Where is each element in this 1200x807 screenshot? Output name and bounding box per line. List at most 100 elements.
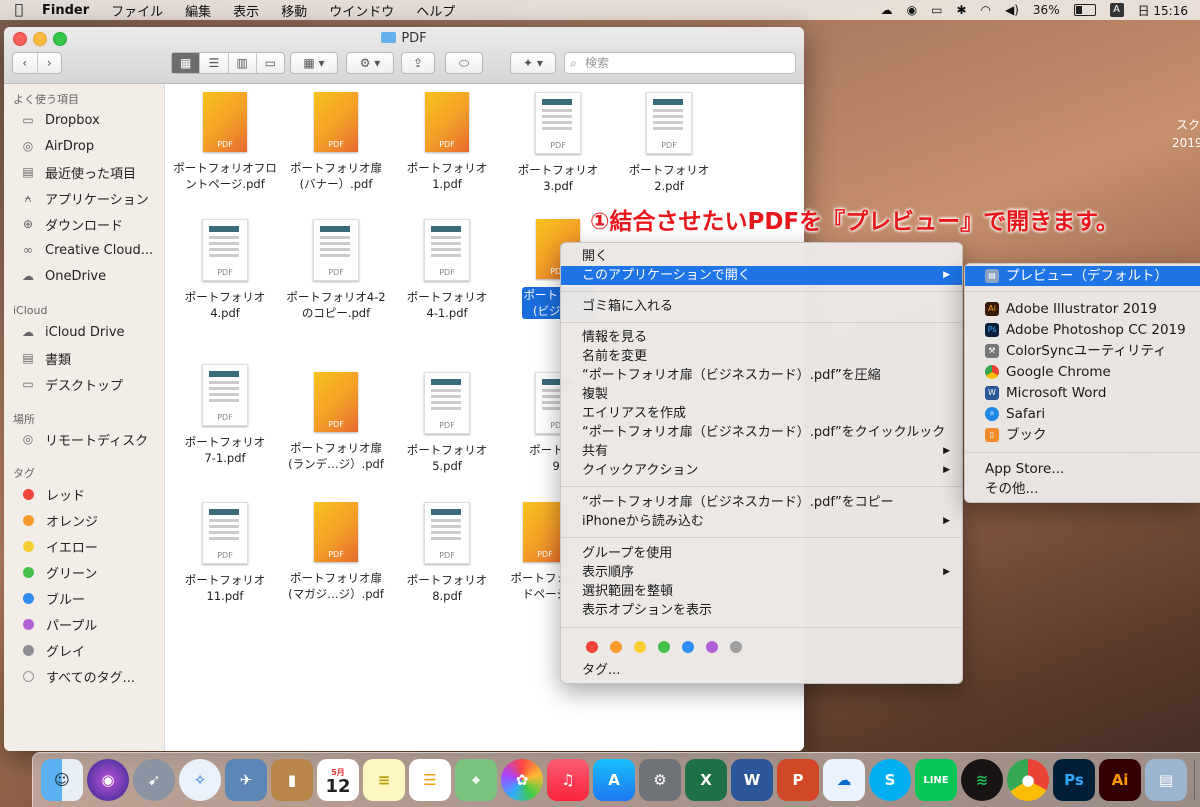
input-source[interactable]: A [1109,3,1124,17]
menu-clean-up[interactable]: 選択範囲を整頓 [561,582,962,601]
bluetooth-icon[interactable]: ✱ [956,3,966,17]
action-button[interactable]: ⚙ ▾ [346,52,394,74]
tag-green-dot[interactable] [658,641,670,653]
skype-icon[interactable]: S [869,759,911,801]
notes-icon[interactable]: ≡ [363,759,405,801]
tag-red-dot[interactable] [586,641,598,653]
submenu-chrome[interactable]: Google Chrome [965,362,1200,382]
sidebar-tag-purple[interactable]: パープル [20,612,97,636]
submenu-preview[interactable]: ▤ プレビュー（デフォルト） [965,266,1200,286]
volume-icon[interactable]: ◀) [1005,3,1019,17]
sidebar-item-dropbox[interactable]: ▭ Dropbox [20,108,99,132]
tag-gray-dot[interactable] [730,641,742,653]
sidebar-item-icloud-drive[interactable]: ☁ iCloud Drive [20,320,125,344]
group-button[interactable]: ▦ ▾ [290,52,338,74]
system-preferences-icon[interactable]: ⚙ [639,759,681,801]
excel-icon[interactable]: X [685,759,727,801]
onedrive-icon[interactable]: ☁ [823,759,865,801]
sidebar-tag-gray[interactable]: グレイ [20,638,85,662]
tag-purple-dot[interactable] [706,641,718,653]
powerpoint-icon[interactable]: P [777,759,819,801]
photos-icon[interactable]: ✿ [501,759,543,801]
gallery-view-button[interactable]: ▭ [257,53,284,73]
file-item[interactable]: PDF ポートフォリオフロ ントページ.pdf [165,92,285,192]
list-view-button[interactable]: ☰ [200,53,229,73]
photoshop-icon[interactable]: Ps [1053,759,1095,801]
sidebar-item-documents[interactable]: ▤ 書類 [20,346,71,370]
music-icon[interactable]: ♫ [547,759,589,801]
menu-open-with[interactable]: このアプリケーションで開く ▶ [561,266,962,285]
sidebar-item-downloads[interactable]: ⊕ ダウンロード [20,212,123,236]
file-item[interactable]: PDF ポートフォリオ扉 (ランデ…ジ）.pdf [276,372,396,472]
menu-rename[interactable]: 名前を変更 [561,347,962,366]
siri-icon[interactable]: ◉ [87,759,129,801]
menu-duplicate[interactable]: 複製 [561,385,962,404]
menu-make-alias[interactable]: エイリアスを作成 [561,404,962,423]
menu-app-name[interactable]: Finder [38,3,100,18]
file-item[interactable]: PDF ポートフォリオ扉 (マガジ…ジ）.pdf [276,502,396,602]
sidebar-item-onedrive[interactable]: ☁ OneDrive [20,264,106,288]
calendar-icon[interactable]: 5月 12 [317,759,359,801]
finder-icon[interactable]: ☺ [41,759,83,801]
tag-yellow-dot[interactable] [634,641,646,653]
menu-import-from-iphone[interactable]: iPhoneから読み込む ▶ [561,512,962,531]
menu-copy[interactable]: “ポートフォリオ扉（ビジネスカード）.pdf”をコピー [561,493,962,512]
submenu-safari[interactable]: ✧ Safari [965,404,1200,424]
menu-sort-by[interactable]: 表示順序 ▶ [561,563,962,582]
submenu-illustrator[interactable]: Ai Adobe Illustrator 2019 [965,299,1200,319]
word-icon[interactable]: W [731,759,773,801]
apple-icon[interactable]:  [0,2,38,18]
menu-quick-look[interactable]: “ポートフォリオ扉（ビジネスカード）.pdf”をクイックルック [561,423,962,442]
file-item[interactable]: PDF ポートフォリオ 7-1.pdf [165,364,285,466]
sidebar-item-desktop[interactable]: ▭ デスクトップ [20,372,123,396]
column-view-button[interactable]: ▥ [229,53,257,73]
file-item[interactable]: PDF ポートフォリオ 1.pdf [387,92,507,192]
tag-orange-dot[interactable] [610,641,622,653]
sidebar-all-tags[interactable]: すべてのタグ... [20,664,135,688]
menu-move-to-trash[interactable]: ゴミ箱に入れる [561,297,962,316]
maps-icon[interactable]: ⌖ [455,759,497,801]
chrome-icon[interactable]: ● [1007,759,1049,801]
sync-icon[interactable]: ◉ [907,3,917,17]
file-item[interactable]: PDF ポートフォリオ 4.pdf [165,219,285,321]
file-item[interactable]: PDF ポートフォリオ4-2 のコピー.pdf [276,219,396,321]
file-item[interactable]: PDF ポートフォリオ 11.pdf [165,502,285,604]
back-button[interactable]: ‹ [13,53,38,73]
battery-percent[interactable]: 36% [1033,3,1060,17]
sidebar-tag-yellow[interactable]: イエロー [20,534,98,558]
menu-view[interactable]: 表示 [222,1,270,20]
menu-share[interactable]: 共有 ▶ [561,442,962,461]
dropbox-button[interactable]: ✦ ▾ [510,52,556,74]
sidebar-tag-green[interactable]: グリーン [20,560,97,584]
submenu-word[interactable]: W Microsoft Word [965,383,1200,403]
file-item[interactable]: PDF ポートフォリオ 3.pdf [498,92,618,194]
launchpad-icon[interactable]: ➹ [133,759,175,801]
submenu-books[interactable]: ▯ ブック [965,425,1200,445]
line-icon[interactable]: LINE [915,759,957,801]
clock[interactable]: 日 15:16 [1138,2,1188,19]
share-button[interactable]: ⇪ [401,52,435,74]
app-store-icon[interactable]: A [593,759,635,801]
submenu-colorsync[interactable]: ⚒ ColorSyncユーティリティ [965,341,1200,361]
menu-go[interactable]: 移動 [270,1,318,20]
forward-button[interactable]: › [38,53,62,73]
mail-bird-icon[interactable]: ✈ [225,759,267,801]
menu-file[interactable]: ファイル [100,1,174,20]
file-item[interactable]: PDF ポートフォリオ 5.pdf [387,372,507,474]
airplay-icon[interactable]: ▭ [931,3,942,17]
sidebar-item-remote-disc[interactable]: ◎ リモートディスク [20,427,148,451]
sidebar-item-airdrop[interactable]: ◎ AirDrop [20,134,94,158]
sidebar-item-creative-cloud[interactable]: ∞ Creative Cloud... [20,238,153,262]
file-item[interactable]: PDF ポートフォリオ 2.pdf [609,92,729,194]
battery-icon[interactable] [1073,4,1096,16]
menu-open[interactable]: 開く [561,247,962,266]
tag-blue-dot[interactable] [682,641,694,653]
sidebar-tag-blue[interactable]: ブルー [20,586,85,610]
menu-view-options[interactable]: 表示オプションを表示 [561,601,962,620]
illustrator-icon[interactable]: Ai [1099,759,1141,801]
sidebar-item-recents[interactable]: ▤ 最近使った項目 [20,160,136,184]
preview-icon[interactable]: ▤ [1145,759,1187,801]
submenu-app-store[interactable]: App Store... [965,459,1200,479]
wifi-icon[interactable]: ◠ [981,3,991,17]
tag-button[interactable]: ⬭ [445,52,483,74]
